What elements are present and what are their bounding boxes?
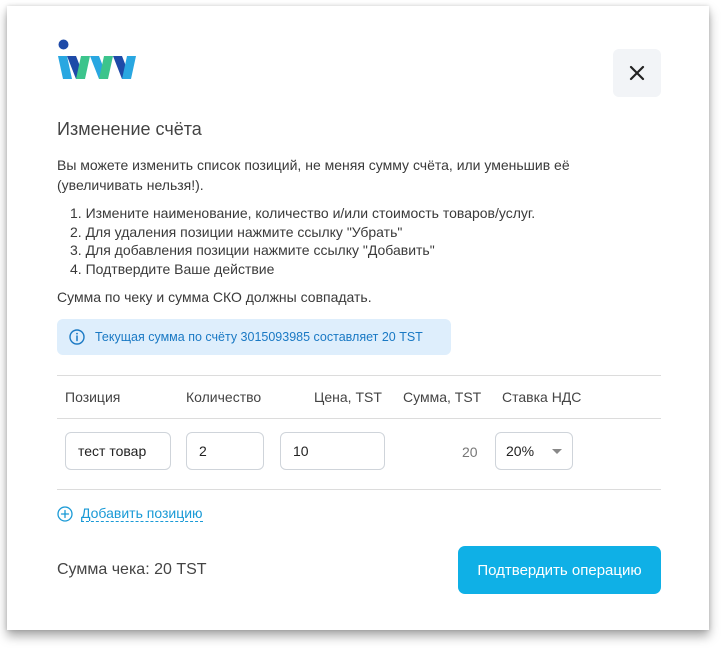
- header-position: Позиция: [65, 389, 121, 405]
- quantity-input[interactable]: [186, 432, 264, 470]
- info-text: Текущая сумма по счёту 3015093985 состав…: [95, 330, 423, 344]
- step-item: 2. Для удаления позиции нажмите ссылку "…: [70, 223, 403, 240]
- header-vat: Ставка НДС: [502, 389, 582, 405]
- vat-select[interactable]: 20%: [495, 432, 573, 470]
- header-sum: Сумма, TST: [403, 389, 482, 405]
- confirm-button[interactable]: Подтвердить операцию: [458, 546, 661, 594]
- dialog-title: Изменение счёта: [57, 119, 202, 139]
- edit-invoice-dialog: Изменение счёта Вы можете изменить списо…: [7, 6, 709, 630]
- add-position-label: Добавить позицию: [81, 505, 203, 522]
- vat-value: 20%: [506, 443, 535, 459]
- add-position-link[interactable]: Добавить позицию: [57, 505, 203, 522]
- close-button[interactable]: [613, 49, 661, 97]
- step-item: 3. Для добавления позиции нажмите ссылку…: [70, 242, 435, 258]
- header-divider: [57, 418, 661, 419]
- table-bottom-divider: [57, 489, 661, 490]
- intro-text: Вы можете изменить список позиций, не ме…: [57, 157, 570, 193]
- header-quantity: Количество: [186, 389, 262, 405]
- price-input[interactable]: [280, 432, 385, 470]
- step-item: 4. Подтвердите Ваше действие: [70, 260, 275, 277]
- header-price: Цена, TST: [314, 389, 382, 405]
- im-logo: [58, 39, 136, 79]
- step-item: 1. Измените наименование, количество и/и…: [70, 205, 536, 221]
- sum-note: Сумма по чеку и сумма СКО должны совпада…: [57, 289, 372, 305]
- receipt-total: Сумма чека: 20 TST: [57, 561, 207, 578]
- position-name-input[interactable]: [65, 432, 171, 470]
- info-banner: Текущая сумма по счёту 3015093985 состав…: [57, 319, 451, 355]
- steps-list: 1. Измените наименование, количество и/и…: [57, 204, 535, 278]
- chevron-down-icon: [552, 448, 562, 454]
- info-icon: [69, 329, 85, 345]
- close-icon: [629, 65, 645, 81]
- table-top-divider: [57, 375, 661, 376]
- row-sum: 20: [462, 444, 478, 460]
- plus-circle-icon: [57, 505, 73, 522]
